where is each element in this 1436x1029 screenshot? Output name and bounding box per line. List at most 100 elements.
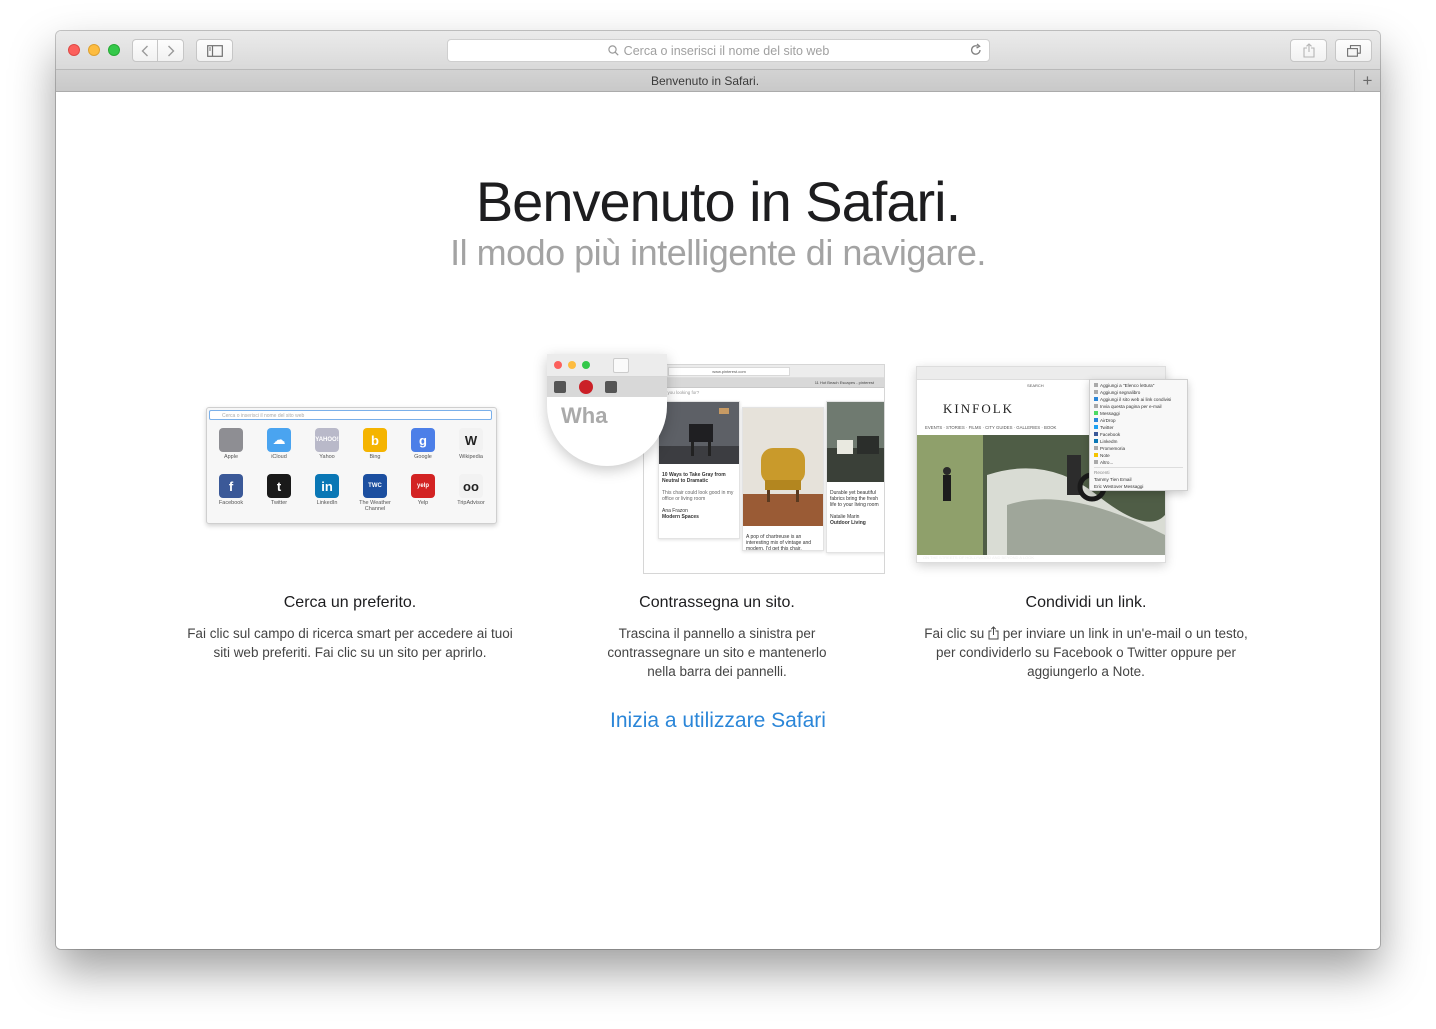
pin-card: Durable yet beautiful fabrics bring the … xyxy=(826,401,884,553)
share-menu-item[interactable]: Facebook xyxy=(1094,431,1183,438)
zoom-green-dot xyxy=(582,361,590,369)
mini-search: What are you looking for? xyxy=(648,390,700,395)
share-recent-item[interactable]: Eric Westover Messaggi xyxy=(1094,483,1183,490)
share-menu-label: AirDrop xyxy=(1100,418,1116,423)
share-icon xyxy=(1302,43,1315,58)
sidebar-toggle-button[interactable] xyxy=(196,39,233,62)
pin-board: Outdoor Living xyxy=(830,520,866,526)
favorite-item[interactable]: g Google xyxy=(400,428,446,460)
feature-title: Condividi un link. xyxy=(1025,594,1147,611)
favorite-item[interactable]: yelp Yelp xyxy=(400,474,446,506)
share-menu-item[interactable]: AirDrop xyxy=(1094,417,1183,424)
share-menu-item[interactable]: Promemoria xyxy=(1094,445,1183,452)
search-icon xyxy=(607,45,619,56)
favorite-item[interactable]: W Wikipedia xyxy=(448,428,494,460)
share-menu-label: Aggiungi segnalibro xyxy=(1100,390,1141,395)
favorite-site-icon: g xyxy=(411,428,435,452)
share-menu-item[interactable]: LinkedIn xyxy=(1094,438,1183,445)
feature-desc-line: siti web preferiti. Fai clic su un sito … xyxy=(213,645,487,660)
close-window-button[interactable] xyxy=(68,44,80,56)
mini-browser-window: www.pinterest.com 11 Hot Beach Escapes -… xyxy=(643,364,885,574)
feature-pin-site: www.pinterest.com 11 Hot Beach Escapes -… xyxy=(527,354,907,679)
pin-title: 10 Ways to Take Gray from Neutral to Dra… xyxy=(662,472,726,484)
share-menu-label: LinkedIn xyxy=(1100,439,1118,444)
chevron-right-icon xyxy=(167,45,174,56)
kinfolk-search: SEARCH xyxy=(1027,383,1044,388)
favorite-label: Yelp xyxy=(417,500,429,506)
pinterest-illustration: www.pinterest.com 11 Hot Beach Escapes -… xyxy=(527,354,907,574)
welcome-page: Benvenuto in Safari. Il modo più intelli… xyxy=(56,92,1380,949)
share-recents-label: Recenti xyxy=(1094,470,1110,475)
feature-description: Fai clic su per inviare un link in un'e-… xyxy=(896,624,1276,681)
favorite-item[interactable]: Apple xyxy=(208,428,254,460)
share-menu-label: Invia questa pagina per e-mail xyxy=(1100,404,1162,409)
share-menu-item[interactable]: Invia questa pagina per e-mail xyxy=(1094,403,1183,410)
share-service-icon xyxy=(1094,404,1098,408)
favorite-item[interactable]: ☁ iCloud xyxy=(256,428,302,460)
share-menu-item[interactable]: Aggiungi segnalibro xyxy=(1094,389,1183,396)
share-button[interactable] xyxy=(1290,39,1327,62)
share-menu-label: Promemoria xyxy=(1100,446,1126,451)
favorite-item[interactable]: f Facebook xyxy=(208,474,254,506)
share-menu-item[interactable]: Aggiungi il sito web ai link condivisi xyxy=(1094,396,1183,403)
favorite-label: Wikipedia xyxy=(459,454,483,460)
minimize-window-button[interactable] xyxy=(88,44,100,56)
favorite-item[interactable]: TWC The Weather Channel xyxy=(352,474,398,512)
share-menu-item[interactable]: Aggiungi a "Elenco lettura" xyxy=(1094,382,1183,389)
safari-window: Cerca o inserisci il nome del sito web B… xyxy=(56,31,1380,949)
favorite-item[interactable]: b Bing xyxy=(352,428,398,460)
feature-title: Cerca un preferito. xyxy=(283,594,417,611)
share-service-icon xyxy=(1094,411,1098,415)
tab-active[interactable]: Benvenuto in Safari. xyxy=(56,74,1354,88)
chevron-left-icon xyxy=(141,45,148,56)
favorite-item[interactable]: YAHOO! Yahoo xyxy=(304,428,350,460)
favorite-item[interactable]: t Twitter xyxy=(256,474,302,506)
start-using-safari-link[interactable]: Inizia a utilizzare Safari xyxy=(56,709,1380,733)
share-menu-item[interactable]: Messaggi xyxy=(1094,410,1183,417)
share-menu-item[interactable]: Note xyxy=(1094,452,1183,459)
search-placeholder-text: Cerca o inserisci il nome del sito web xyxy=(623,44,830,58)
feature-desc-line: Trascina il pannello a sinistra per xyxy=(618,626,816,641)
share-menu-item[interactable]: Twitter xyxy=(1094,424,1183,431)
feature-desc-line: per condividerlo su Facebook o Twitter o… xyxy=(936,645,1236,660)
feature-desc-line: contrassegnare un sito e mantenerlo xyxy=(607,645,827,660)
favorites-illustration: Cerca o inserisci il nome del sito web A… xyxy=(160,354,540,572)
tabs-overview-icon xyxy=(1346,44,1361,57)
zoom-red-dot xyxy=(554,361,562,369)
feature-share-link: SEARCH KINFOLK EVENTS · STORIES · FILMS … xyxy=(896,354,1276,679)
favorite-site-icon: yelp xyxy=(411,474,435,498)
feature-favorites: Cerca o inserisci il nome del sito web A… xyxy=(160,354,540,660)
reload-icon[interactable] xyxy=(969,43,983,57)
share-service-icon xyxy=(1094,383,1098,387)
back-button[interactable] xyxy=(132,39,158,62)
new-tab-button[interactable]: + xyxy=(1354,70,1380,91)
favorite-item[interactable]: in LinkedIn xyxy=(304,474,350,506)
feature-desc-text: per inviare un link in un'e-mail o un te… xyxy=(1002,626,1248,641)
page-title: Benvenuto in Safari. xyxy=(475,170,961,233)
favorite-item[interactable]: oo TripAdvisor xyxy=(448,474,494,506)
favorites-panel: Cerca o inserisci il nome del sito web A… xyxy=(206,407,497,524)
favorite-site-icon: ☁ xyxy=(267,428,291,452)
pinterest-icon xyxy=(579,380,593,394)
pin-body: This chair could look good in my office … xyxy=(662,490,734,502)
smart-search-field[interactable]: Cerca o inserisci il nome del sito web xyxy=(447,39,990,62)
share-menu-item[interactable]: Altro... xyxy=(1094,459,1183,466)
favorite-label: LinkedIn xyxy=(316,500,338,506)
share-illustration: SEARCH KINFOLK EVENTS · STORIES · FILMS … xyxy=(896,354,1276,572)
feature-desc-line: Fai clic sul campo di ricerca smart per … xyxy=(187,626,513,641)
pin-author: Natalie Marin Outdoor Living xyxy=(827,511,884,529)
forward-button[interactable] xyxy=(157,39,184,62)
show-all-tabs-button[interactable] xyxy=(1335,39,1372,62)
feature-desc-text: Fai clic su xyxy=(924,626,985,641)
pin-card: A pop of chartreuse is an interesting mi… xyxy=(742,407,824,551)
search-placeholder: Cerca o inserisci il nome del sito web xyxy=(448,44,989,58)
share-service-icon xyxy=(1094,397,1098,401)
zoom-window-button[interactable] xyxy=(108,44,120,56)
share-service-icon xyxy=(1094,390,1098,394)
favorite-site-icon: t xyxy=(267,474,291,498)
share-recent-item[interactable]: Tammy Tien Email xyxy=(1094,476,1183,483)
feature-description: Fai clic sul campo di ricerca smart per … xyxy=(160,624,540,662)
toolbar: Cerca o inserisci il nome del sito web xyxy=(56,31,1380,69)
share-icon xyxy=(988,626,999,640)
share-menu-label: Aggiungi il sito web ai link condivisi xyxy=(1100,397,1172,402)
